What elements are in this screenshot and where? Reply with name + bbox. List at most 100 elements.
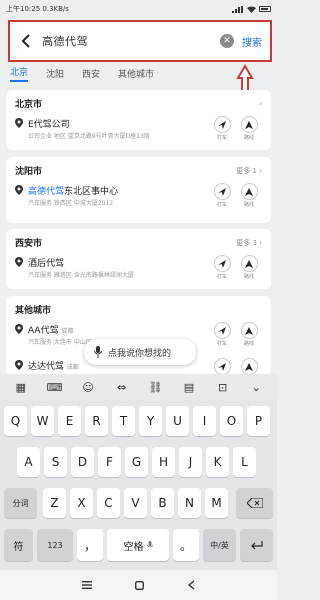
key-d[interactable]: D — [71, 447, 94, 477]
microphone-icon — [94, 346, 102, 358]
route-icon — [245, 326, 253, 335]
key-h[interactable]: H — [152, 447, 175, 477]
taxi-icon — [218, 362, 226, 371]
key-y[interactable]: Y — [139, 406, 162, 436]
place-address: 汽车服务 大连市 中山区 — [28, 339, 92, 346]
key-w[interactable]: W — [31, 406, 54, 436]
key-n[interactable]: N — [178, 488, 201, 518]
comma-key[interactable]: ， — [77, 529, 103, 561]
taxi-button[interactable]: 打车 — [211, 255, 233, 280]
key-e[interactable]: E — [58, 406, 81, 436]
key-t[interactable]: T — [112, 406, 135, 436]
more-link[interactable]: 更多 1 › — [236, 166, 262, 176]
keyboard-layout-icon[interactable]: ⌨ — [44, 377, 64, 397]
link-icon[interactable]: ⛓ — [145, 377, 165, 397]
search-button[interactable]: 搜索 — [242, 34, 262, 49]
key-r[interactable]: R — [85, 406, 108, 436]
voice-search-button[interactable]: 点我说你想找的 — [84, 339, 196, 365]
result-card-beijing: 北京市 › E代驾公司 公司企业 地区 望京北路9号叶青大厦D座13层 打车 路… — [6, 90, 271, 150]
location-pin-icon — [15, 257, 23, 267]
tab-beijing[interactable]: 北京 — [10, 65, 29, 82]
backspace-key[interactable] — [236, 488, 273, 518]
key-c[interactable]: C — [97, 488, 120, 518]
enter-key[interactable] — [240, 529, 273, 561]
place-name: 高德代驾东北区事中心 — [28, 187, 119, 197]
more-link[interactable]: › — [259, 100, 262, 108]
key-i[interactable]: I — [193, 406, 216, 436]
period-key[interactable]: 。 — [173, 529, 199, 561]
route-button[interactable]: 路线 — [238, 183, 260, 208]
number-key[interactable]: 123 — [37, 529, 73, 561]
route-icon — [245, 259, 253, 268]
city-tabs: 北京 沈阳 西安 其他城市 — [0, 62, 230, 84]
space-key[interactable]: 空格 — [107, 529, 169, 561]
language-switch-key[interactable]: 中/英 — [203, 529, 236, 561]
system-nav-bar — [0, 570, 277, 600]
back-icon[interactable] — [188, 580, 195, 590]
route-button[interactable]: 路线 — [238, 255, 260, 280]
tab-other-cities[interactable]: 其他城市 — [118, 67, 154, 80]
location-pin-icon — [15, 185, 23, 195]
microphone-icon — [146, 540, 153, 547]
back-arrow-icon[interactable] — [18, 33, 34, 49]
key-f[interactable]: F — [98, 447, 121, 477]
backspace-icon — [246, 498, 263, 508]
key-x[interactable]: X — [70, 488, 93, 518]
key-q[interactable]: Q — [4, 406, 27, 436]
collapse-keyboard-icon[interactable]: ⌄ — [246, 377, 266, 397]
place-name: 达达代驾 成都 — [28, 362, 79, 372]
grid-menu-icon[interactable]: ▦ — [11, 377, 31, 397]
key-s[interactable]: S — [44, 447, 67, 477]
key-v[interactable]: V — [124, 488, 147, 518]
route-icon — [245, 187, 253, 196]
status-time: 上午10:25 0.3KB/s — [6, 5, 69, 13]
key-p[interactable]: P — [247, 406, 270, 436]
route-button[interactable]: 路线 — [238, 116, 260, 141]
symbol-key[interactable]: 符 — [4, 529, 33, 561]
route-icon — [245, 120, 253, 129]
card-title: 西安市 — [15, 239, 43, 249]
location-pin-icon — [15, 324, 23, 334]
keyboard-toolbar: ▦ ⌨ ☺ ⇔ ⛓ ▤ ⊡ ⌄ — [0, 374, 277, 400]
battery-icon — [259, 6, 271, 12]
key-u[interactable]: U — [166, 406, 189, 436]
result-card-xian: 西安市 更多 3 › 酒后代驾 汽车服务 雁塔区 含光南路枫林绿洲大厦 打车 路… — [6, 229, 271, 289]
voice-label: 点我说你想找的 — [108, 348, 172, 359]
status-bar: 上午10:25 0.3KB/s — [0, 0, 277, 18]
tab-shenyang[interactable]: 沈阳 — [46, 67, 64, 80]
emoji-icon[interactable]: ☺ — [78, 377, 98, 397]
result-row[interactable]: 高德代驾东北区事中心 汽车服务 铁西区 中城大厦2012 打车 路线 — [6, 181, 271, 217]
key-k[interactable]: K — [206, 447, 229, 477]
key-m[interactable]: M — [205, 488, 228, 518]
search-input[interactable]: 高德代驾 — [42, 33, 220, 49]
key-l[interactable]: L — [233, 447, 256, 477]
key-a[interactable]: A — [17, 447, 40, 477]
location-pin-icon — [15, 118, 23, 128]
taxi-button[interactable]: 打车 — [211, 116, 233, 141]
route-button[interactable]: 路线 — [238, 322, 260, 347]
key-o[interactable]: O — [220, 406, 243, 436]
sticker-icon[interactable]: ⊡ — [213, 377, 233, 397]
key-g[interactable]: G — [125, 447, 148, 477]
city-tag: 成都 — [66, 364, 79, 371]
cursor-move-icon[interactable]: ⇔ — [112, 377, 132, 397]
clear-icon[interactable]: ✕ — [220, 34, 234, 48]
key-z[interactable]: Z — [43, 488, 66, 518]
result-row[interactable]: 酒后代驾 汽车服务 雁塔区 含光南路枫林绿洲大厦 打车 路线 — [6, 253, 271, 289]
taxi-button[interactable]: 打车 — [211, 183, 233, 208]
key-b[interactable]: B — [151, 488, 174, 518]
more-link[interactable]: 更多 3 › — [236, 238, 262, 248]
home-icon[interactable] — [135, 580, 145, 590]
wifi-icon — [247, 6, 256, 13]
key-j[interactable]: J — [179, 447, 202, 477]
city-tag: 成都 — [61, 328, 74, 335]
place-name: AA代驾 成都 — [28, 326, 74, 336]
clipboard-icon[interactable]: ▤ — [179, 377, 199, 397]
result-row[interactable]: E代驾公司 公司企业 地区 望京北路9号叶青大厦D座13层 打车 路线 — [6, 114, 271, 150]
taxi-button[interactable]: 打车 — [211, 322, 233, 347]
taxi-icon — [218, 120, 226, 129]
place-address: 汽车服务 雁塔区 含光南路枫林绿洲大厦 — [28, 272, 134, 279]
tab-xian[interactable]: 西安 — [82, 67, 100, 80]
fenci-key[interactable]: 分词 — [4, 488, 37, 518]
menu-icon[interactable] — [81, 581, 92, 589]
